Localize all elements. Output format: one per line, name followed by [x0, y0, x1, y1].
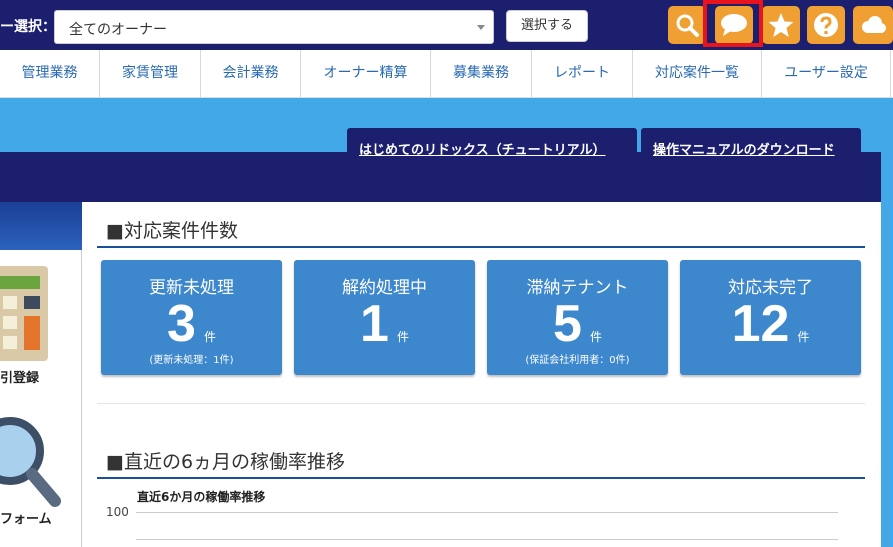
sidebar-item-registration[interactable]: 引登録: [0, 262, 82, 387]
occupancy-title: ■直近の6ヵ月の稼働率推移: [106, 451, 346, 473]
chart-gridline: [136, 539, 838, 540]
chevron-down-icon: [477, 25, 485, 30]
owner-select-label: ー選択：: [0, 19, 56, 35]
sidebar-item-label: 引登録: [0, 371, 40, 386]
occupancy-chart-title: 直近6か月の稼働率推移: [137, 490, 266, 504]
case-card-unit: 件: [203, 330, 216, 344]
case-card-count: 5: [553, 295, 582, 353]
search-icon: [676, 14, 699, 37]
sidebar-header: [0, 202, 82, 250]
calculator-icon: [0, 266, 48, 361]
sidebar: 引登録 フォーム: [0, 202, 82, 547]
chart-gridline: [136, 512, 838, 513]
case-card-unit: 件: [797, 330, 810, 344]
case-card-count: 1: [360, 295, 389, 353]
case-card-renewal-pending[interactable]: 更新未処理 3件 (更新未処理：1件): [101, 260, 282, 375]
case-card-count-row: 12 件: [680, 294, 861, 354]
case-card-unit: 件: [589, 330, 602, 344]
case-card-subtext: (保証会社利用者：0件): [525, 355, 630, 366]
case-card-count-row: 3件: [101, 294, 282, 354]
sidebar-item-form[interactable]: フォーム: [0, 402, 82, 532]
sidebar-item-label: フォーム: [0, 512, 52, 527]
occupancy-rule: [97, 477, 865, 479]
case-card-unit: 件: [396, 330, 409, 344]
case-count-rule: [97, 246, 865, 248]
case-card-cancellation[interactable]: 解約処理中 1件: [294, 260, 475, 375]
case-card-count-row: 1件: [294, 294, 475, 354]
case-card-incomplete[interactable]: 対応未完了 12 件: [680, 260, 861, 375]
nav-item-case-list[interactable]: 対応案件一覧: [633, 50, 762, 98]
section-divider: [97, 403, 865, 404]
tutorial-link[interactable]: はじめてのリドックス（チュートリアル）: [347, 128, 637, 158]
select-button[interactable]: 選択する: [506, 10, 588, 42]
help-icon: [814, 13, 838, 37]
favorites-button[interactable]: [762, 6, 800, 44]
case-card-delinquent-tenant[interactable]: 滞納テナント 5件 (保証会社利用者：0件): [487, 260, 668, 375]
owner-select-value: 全てのオーナー: [69, 22, 167, 38]
chat-button-highlight: [703, 0, 763, 47]
nav-item-user-settings[interactable]: ユーザー設定: [762, 50, 891, 98]
star-icon: [768, 13, 794, 37]
help-button[interactable]: [807, 6, 845, 44]
case-card-count: 3: [167, 295, 196, 353]
nav-item-report[interactable]: レポート: [532, 50, 633, 98]
nav-item-management[interactable]: 管理業務: [0, 50, 100, 98]
top-bar: ー選択： 全てのオーナー 選択する: [0, 0, 893, 50]
nav-item-rent[interactable]: 家賃管理: [100, 50, 201, 98]
nav-item-accounting[interactable]: 会計業務: [201, 50, 301, 98]
y-axis-tick-100: 100: [106, 505, 129, 519]
main-nav: 管理業務 家賃管理 会計業務 オーナー精算 募集業務 レポート 対応案件一覧 ユ…: [0, 50, 893, 98]
manual-download-link[interactable]: 操作マニュアルのダウンロード: [641, 128, 861, 158]
owner-select[interactable]: 全てのオーナー: [54, 10, 494, 44]
content-header-bar: [0, 152, 881, 202]
nav-item-owner-settlement[interactable]: オーナー精算: [301, 50, 431, 98]
case-count-title: ■対応案件件数: [106, 220, 238, 242]
magnifier-icon: [0, 417, 61, 507]
search-button[interactable]: [668, 6, 706, 44]
right-edge-band: [881, 202, 893, 547]
nav-item-recruitment[interactable]: 募集業務: [431, 50, 532, 98]
cloud-icon: [862, 16, 886, 33]
cloud-button[interactable]: [853, 6, 893, 44]
case-card-subtext: (更新未処理：1件): [149, 355, 234, 366]
case-card-count: 12: [731, 295, 790, 353]
case-card-count-row: 5件: [487, 294, 668, 354]
